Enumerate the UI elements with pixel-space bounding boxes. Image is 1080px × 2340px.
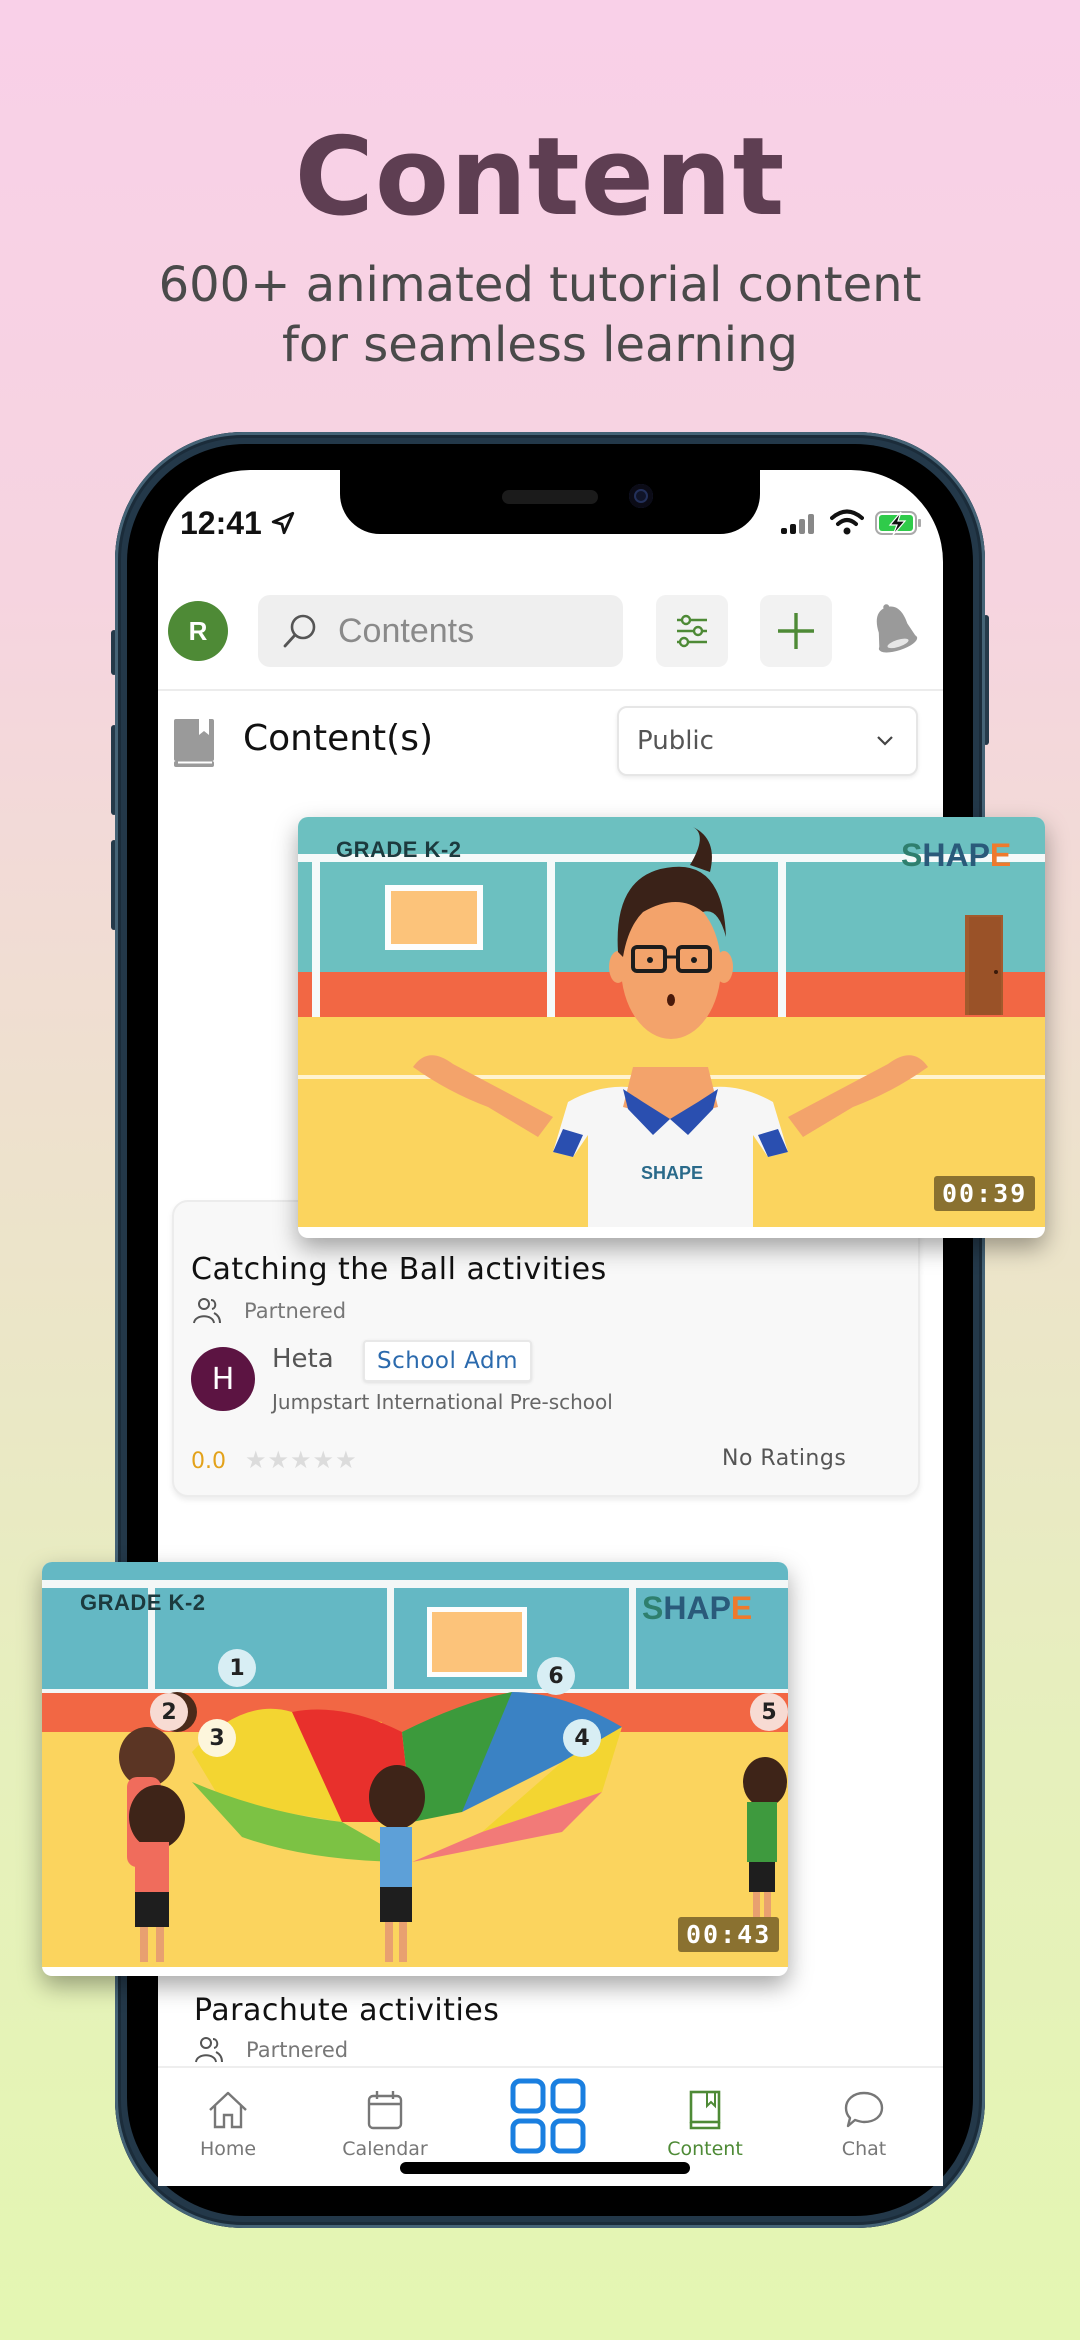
- author-role-badge: School Adm: [363, 1340, 533, 1382]
- video-duration: 00:43: [678, 1917, 780, 1952]
- chevron-down-icon: [877, 736, 893, 746]
- share-type-label: Partnered: [246, 2038, 349, 2062]
- book-icon: [689, 2090, 721, 2130]
- notifications-button[interactable]: [866, 600, 922, 662]
- shape-logo: SHAPE: [901, 837, 1012, 873]
- video-thumbnail[interactable]: SHAPE GRADE K-2 SHAPE 00:39: [298, 817, 1045, 1238]
- svg-text:SHAPE: SHAPE: [641, 1163, 703, 1183]
- content-title[interactable]: Parachute activities: [194, 1993, 499, 2028]
- share-type-label: Partnered: [244, 1299, 347, 1323]
- position-marker: 3: [198, 1719, 236, 1757]
- school-name: Jumpstart International Pre-school: [272, 1390, 613, 1414]
- add-content-button[interactable]: [760, 595, 832, 667]
- ratings-count-label: No Ratings: [722, 1446, 847, 1471]
- plus-icon: [778, 613, 814, 649]
- signal-icon: [781, 514, 814, 534]
- share-type: Partnered: [192, 1296, 346, 1326]
- rating-value: 0.0: [191, 1449, 226, 1474]
- content-title[interactable]: Catching the Ball activities: [191, 1252, 607, 1287]
- position-marker: 4: [563, 1719, 601, 1757]
- visibility-dropdown[interactable]: Public: [617, 706, 918, 776]
- filter-icon: [677, 614, 707, 648]
- share-type: Partnered: [194, 2035, 348, 2065]
- promo-subtitle-line-2: for seamless learning: [282, 317, 798, 373]
- visibility-selected: Public: [637, 726, 714, 756]
- promo-subtitle: 600+ animated tutorial content for seaml…: [0, 255, 1080, 375]
- tab-content[interactable]: Content: [645, 2088, 765, 2160]
- tab-apps-grid[interactable]: [488, 2078, 608, 2154]
- tab-chat[interactable]: Chat: [804, 2088, 924, 2160]
- star-icon: ★: [245, 1446, 268, 1474]
- battery-charging-icon: [875, 511, 921, 536]
- star-icon: ★: [267, 1446, 291, 1474]
- tab-chat-label: Chat: [841, 2138, 887, 2160]
- grid-apps-icon: [510, 2078, 586, 2154]
- header-divider: [158, 689, 943, 691]
- location-arrow-icon: [271, 511, 295, 535]
- grade-label: GRADE K-2: [336, 837, 462, 862]
- tab-content-label: Content: [667, 2138, 743, 2160]
- position-marker: 1: [218, 1649, 256, 1687]
- wifi-icon: [830, 509, 864, 535]
- author-name: Heta: [272, 1344, 334, 1374]
- home-icon: [209, 2091, 247, 2129]
- star-icon: ★: [335, 1446, 358, 1474]
- user-avatar[interactable]: R: [168, 601, 228, 661]
- search-input[interactable]: [338, 611, 598, 651]
- star-icon: ★: [312, 1446, 336, 1474]
- position-marker: 2: [150, 1693, 188, 1731]
- partnered-users-icon: [193, 1298, 221, 1324]
- video-thumbnail[interactable]: 1 2 3 4 5 6 GRADE K-2 SHAPE 00:43: [42, 1562, 788, 1976]
- promo-title: Content: [294, 115, 786, 240]
- grade-label: GRADE K-2: [80, 1590, 206, 1615]
- home-indicator[interactable]: [400, 2162, 690, 2174]
- section-title: Content(s): [243, 718, 434, 759]
- content-book-icon: [174, 719, 214, 767]
- tab-home[interactable]: Home: [168, 2088, 288, 2160]
- bell-icon: [876, 604, 918, 653]
- position-marker: 5: [750, 1693, 788, 1731]
- search-bar[interactable]: [258, 595, 623, 667]
- position-marker: 6: [537, 1657, 575, 1695]
- video-scene-teacher: SHAPE: [298, 817, 1045, 1227]
- phone-speaker: [502, 490, 598, 504]
- front-camera: [629, 484, 653, 508]
- status-time: 12:41: [180, 505, 262, 541]
- tab-calendar-label: Calendar: [342, 2138, 428, 2160]
- filter-button[interactable]: [656, 595, 728, 667]
- author-avatar: H: [191, 1347, 255, 1411]
- tab-home-label: Home: [199, 2138, 257, 2160]
- chat-bubble-icon: [844, 2091, 884, 2128]
- tab-calendar[interactable]: Calendar: [325, 2088, 445, 2160]
- partnered-users-icon: [195, 2037, 223, 2063]
- calendar-icon: [367, 2091, 403, 2130]
- video-duration: 00:39: [934, 1176, 1036, 1211]
- star-icon: ★: [290, 1446, 313, 1474]
- promo-subtitle-line-1: 600+ animated tutorial content: [158, 257, 922, 313]
- rating-stars: ★★★★★: [245, 1446, 358, 1474]
- shape-logo: SHAPE: [642, 1590, 753, 1626]
- search-icon: [283, 614, 316, 648]
